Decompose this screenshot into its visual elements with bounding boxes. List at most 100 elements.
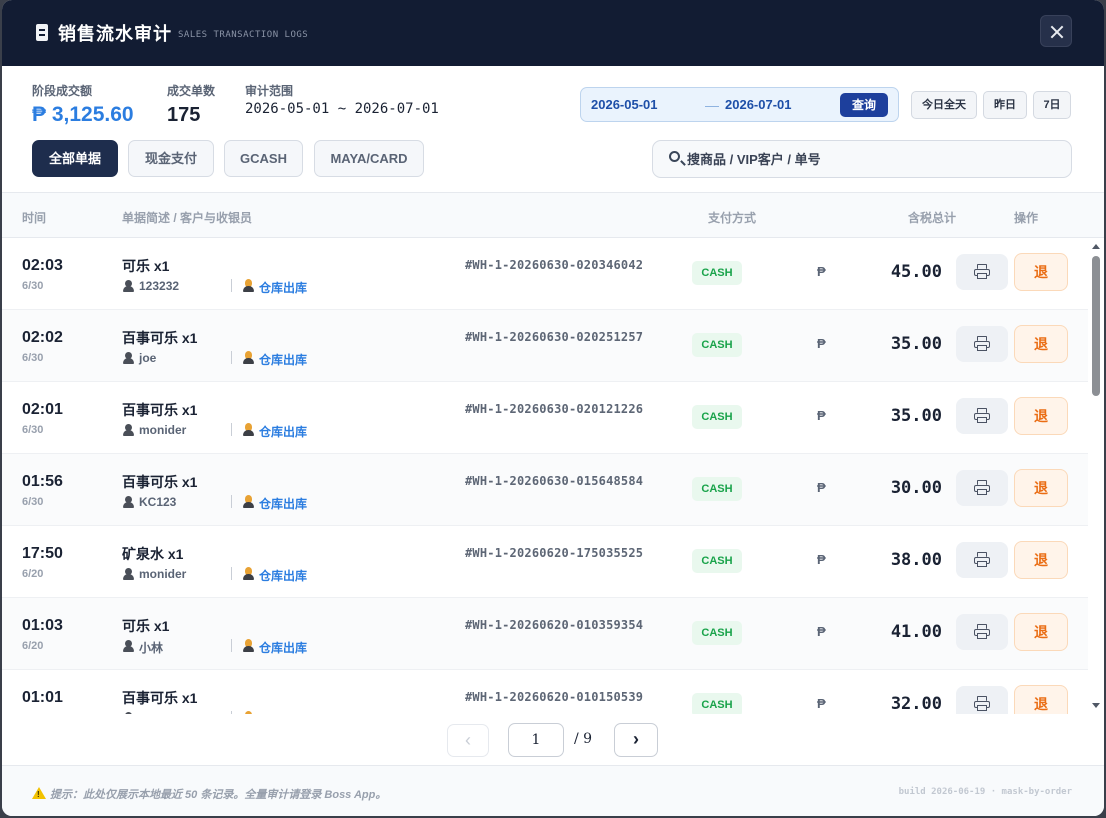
printer-icon <box>974 480 990 496</box>
print-button[interactable] <box>956 326 1008 362</box>
modal-footer: ! 提示：此处仅展示本地最近 50 条记录。全量审计请登录 Boss App。 … <box>2 765 1104 816</box>
row-cashier[interactable]: 仓库出库 <box>259 639 307 656</box>
end-date-input[interactable]: 2026-07-01 <box>725 97 792 112</box>
customer-icon <box>123 640 134 652</box>
print-button[interactable] <box>956 254 1008 290</box>
divider <box>231 495 232 508</box>
refund-button[interactable]: 退 <box>1014 325 1068 363</box>
print-button[interactable] <box>956 686 1008 714</box>
row-date: 6/30 <box>22 424 44 436</box>
page-number-input[interactable]: 1 <box>508 723 564 757</box>
row-customer: joe <box>139 351 157 365</box>
customer-icon <box>123 712 134 714</box>
customer-icon <box>123 568 134 580</box>
divider <box>231 711 232 714</box>
cashier-icon <box>243 495 254 508</box>
start-date-input[interactable]: 2026-05-01 <box>591 97 658 112</box>
row-cashier[interactable]: 仓库出库 <box>259 567 307 584</box>
row-item: 百事可乐 x1 <box>122 690 198 706</box>
currency-symbol: ₱ <box>817 336 826 351</box>
filter-all[interactable]: 全部单据 <box>32 140 118 177</box>
scroll-down-icon[interactable] <box>1092 703 1100 708</box>
currency-symbol: ₱ <box>817 408 826 423</box>
refund-button[interactable]: 退 <box>1014 541 1068 579</box>
count-label: 成交单数 <box>167 84 216 98</box>
table-row[interactable]: 02:01 6/30 百事可乐 x1 monider 仓库出库 #WH-1-2026063… <box>2 382 1088 454</box>
refund-button[interactable]: 退 <box>1014 685 1068 714</box>
row-cashier[interactable]: 仓库出库 <box>259 279 307 296</box>
col-total: 含税总计 <box>908 211 957 225</box>
quick-7day-button[interactable]: 7日 <box>1033 91 1071 119</box>
row-cashier[interactable]: 仓库出库 <box>259 351 307 368</box>
query-button[interactable]: 查询 <box>840 93 888 117</box>
filter-maya-card[interactable]: MAYA/CARD <box>314 140 424 177</box>
next-page-button[interactable]: › <box>614 723 658 757</box>
scrollbar[interactable] <box>1088 238 1104 714</box>
refund-button[interactable]: 退 <box>1014 397 1068 435</box>
table-row[interactable]: 01:03 6/20 可乐 x1 小林 仓库出库 #WH-1-20260620-01035… <box>2 598 1088 670</box>
row-cashier[interactable]: 仓库出库 <box>259 423 307 440</box>
refund-button[interactable]: 退 <box>1014 613 1068 651</box>
row-item: 百事可乐 x1 <box>122 402 198 418</box>
divider <box>231 351 232 364</box>
refund-button[interactable]: 退 <box>1014 469 1068 507</box>
warning-icon: ! <box>32 787 46 799</box>
printer-icon <box>974 696 990 712</box>
row-item: 百事可乐 x1 <box>122 474 198 490</box>
filter-gcash[interactable]: GCASH <box>224 140 303 177</box>
row-order-number: #WH-1-20260630-020346042 <box>465 258 644 272</box>
print-button[interactable] <box>956 542 1008 578</box>
row-cashier[interactable]: 仓库出库 <box>259 495 307 512</box>
col-actions: 操作 <box>1014 211 1039 225</box>
row-time: 01:01 <box>22 689 63 706</box>
range-label: 审计范围 <box>245 84 294 98</box>
refund-button[interactable]: 退 <box>1014 253 1068 291</box>
customer-icon <box>123 280 134 292</box>
amount-label: 阶段成交额 <box>32 84 93 98</box>
print-button[interactable] <box>956 398 1008 434</box>
row-date: 6/30 <box>22 496 44 508</box>
payment-badge: CASH <box>692 333 742 357</box>
row-customer: monider <box>139 567 187 581</box>
row-item: 矿泉水 x1 <box>122 546 184 562</box>
row-total: 38.00 <box>890 550 942 570</box>
table-row[interactable]: 02:03 6/30 可乐 x1 123232 仓库出库 #WH-1-20260630-0… <box>2 238 1088 310</box>
payment-badge: CASH <box>692 693 742 714</box>
cashier-icon <box>243 567 254 580</box>
table-row[interactable]: 02:02 6/30 百事可乐 x1 joe 仓库出库 #WH-1-20260630-02… <box>2 310 1088 382</box>
quick-today-button[interactable]: 今日全天 <box>911 91 977 119</box>
quick-yesterday-button[interactable]: 昨日 <box>983 91 1027 119</box>
scroll-up-icon[interactable] <box>1092 244 1100 249</box>
transaction-list: 02:03 6/30 可乐 x1 123232 仓库出库 #WH-1-20260630-0… <box>2 238 1088 714</box>
table-row[interactable]: 01:56 6/30 百事可乐 x1 KC123 仓库出库 #WH-1-20260630-… <box>2 454 1088 526</box>
col-desc: 单据简述 / 客户与收银员 <box>122 211 253 225</box>
row-total: 41.00 <box>890 622 942 642</box>
modal-subtitle: SALES TRANSACTION LOGS <box>178 30 309 40</box>
row-order-number: #WH-1-20260630-020251257 <box>465 330 644 344</box>
row-customer: 小林 <box>139 641 164 655</box>
row-order-number: #WH-1-20260630-015648584 <box>465 474 644 488</box>
customer-icon <box>123 496 134 508</box>
row-item: 可乐 x1 <box>122 258 170 274</box>
currency-symbol: ₱ <box>817 696 826 711</box>
range-value: 2026-05-01 ~ 2026-07-01 <box>245 101 439 117</box>
table-header: 时间 单据简述 / 客户与收银员 支付方式 含税总计 操作 <box>2 192 1104 238</box>
row-total: 35.00 <box>890 406 942 426</box>
scroll-thumb[interactable] <box>1092 256 1100 396</box>
payment-badge: CASH <box>692 621 742 645</box>
row-time: 02:02 <box>22 329 63 346</box>
search-input[interactable] <box>687 149 1057 169</box>
close-icon[interactable] <box>1040 15 1072 47</box>
print-button[interactable] <box>956 614 1008 650</box>
table-row[interactable]: 01:01 百事可乐 x1 #WH-1-20260620-010150539 CASH… <box>2 670 1088 714</box>
row-time: 02:03 <box>22 257 63 274</box>
cashier-icon <box>243 351 254 364</box>
sales-log-modal: 销售流水审计 SALES TRANSACTION LOGS 阶段成交额 ₱ 3,… <box>2 0 1104 816</box>
customer-icon <box>123 352 134 364</box>
print-button[interactable] <box>956 470 1008 506</box>
search-box <box>652 140 1072 178</box>
prev-page-button[interactable]: ‹ <box>447 724 489 757</box>
row-order-number: #WH-1-20260620-010150539 <box>465 690 644 704</box>
filter-cash[interactable]: 现金支付 <box>128 140 214 177</box>
table-row[interactable]: 17:50 6/20 矿泉水 x1 monider 仓库出库 #WH-1-20260620… <box>2 526 1088 598</box>
